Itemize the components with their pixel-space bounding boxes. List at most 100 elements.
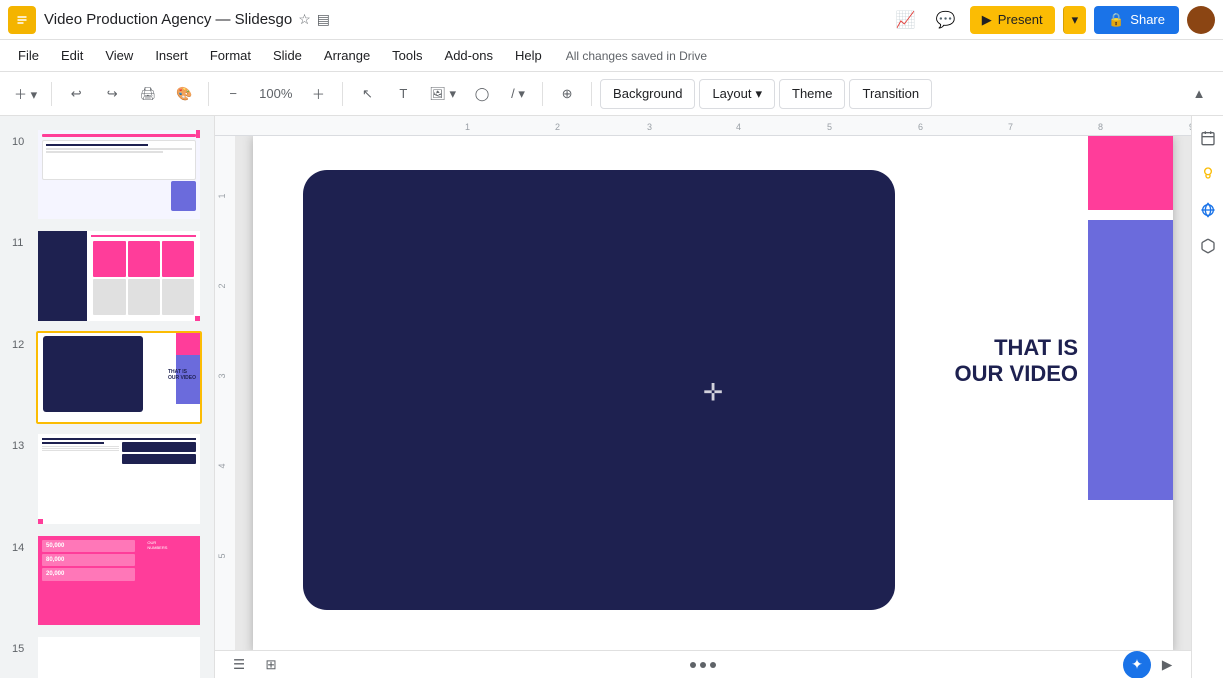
toolbar: ＋ ▾ ↩ ↪ 🖨 🎨 − 100% ＋ ↖ T 🖼 ▾ ◯ / ▾ ⊕ Bac… (0, 72, 1223, 116)
menu-help[interactable]: Help (505, 44, 552, 67)
ideas-icon[interactable] (1194, 160, 1222, 188)
line-tool[interactable]: / ▾ (502, 78, 534, 110)
title-area: Video Production Agency — Slidesgo ☆ ▤ (44, 11, 882, 28)
svg-text:3: 3 (217, 373, 227, 378)
slide-thumbnail-10[interactable] (36, 128, 202, 221)
svg-text:1: 1 (465, 122, 470, 132)
slide-thumbnail-12[interactable]: THAT ISOUR VIDEO (36, 331, 202, 424)
text-tool[interactable]: T (387, 78, 419, 110)
collapse-toolbar-button[interactable]: ▲ (1183, 78, 1215, 110)
nav-dot-2[interactable] (700, 662, 706, 668)
add-button[interactable]: ＋ ▾ (8, 78, 43, 110)
save-status: All changes saved in Drive (566, 49, 707, 63)
svg-text:2: 2 (217, 283, 227, 288)
divider-2 (208, 82, 209, 106)
page-navigation (283, 662, 1123, 668)
menu-view[interactable]: View (95, 44, 143, 67)
menu-format[interactable]: Format (200, 44, 261, 67)
slide-item-11[interactable]: 11 (0, 225, 214, 326)
bottom-left: ☰ ⊞ (227, 653, 283, 677)
divider-1 (51, 82, 52, 106)
redo-button[interactable]: ↪ (96, 78, 128, 110)
layout-dropdown-icon: ▾ (755, 86, 762, 102)
theme-button[interactable]: Theme (779, 79, 845, 109)
select-tool[interactable]: ↖ (351, 78, 383, 110)
user-avatar[interactable] (1187, 6, 1215, 34)
present-dropdown[interactable]: ▾ (1063, 6, 1087, 34)
share-button[interactable]: 🔒 Share (1094, 6, 1179, 34)
star-icon[interactable]: ☆ (298, 11, 311, 28)
slide-canvas-wrapper[interactable]: THAT IS OUR VIDEO ✛ (235, 136, 1191, 650)
divider-5 (591, 82, 592, 106)
background-button[interactable]: Background (600, 79, 695, 109)
slide-thumbnail-13[interactable] (36, 432, 202, 525)
comments-icon[interactable]: 💬 (930, 4, 962, 36)
transition-button[interactable]: Transition (849, 79, 932, 109)
grid-view-single-button[interactable]: ☰ (227, 653, 251, 677)
slide-text-line2: OUR VIDEO (955, 361, 1078, 387)
addons-icon[interactable] (1194, 232, 1222, 260)
slide-canvas[interactable]: THAT IS OUR VIDEO ✛ (253, 136, 1173, 650)
nav-dot-1[interactable] (690, 662, 696, 668)
slide-thumbnail-15[interactable] (36, 635, 202, 678)
explore-button[interactable]: ✦ (1123, 651, 1151, 678)
folder-icon[interactable]: ▤ (317, 11, 330, 28)
undo-button[interactable]: ↩ (60, 78, 92, 110)
slide-item-15[interactable]: 15 (0, 631, 214, 678)
extra-tool[interactable]: ⊕ (551, 78, 583, 110)
grid-view-multi-button[interactable]: ⊞ (259, 653, 283, 677)
menu-file[interactable]: File (8, 44, 49, 67)
slide-number-15: 15 (12, 643, 28, 655)
slide-number-10: 10 (12, 136, 28, 148)
doc-title-row: Video Production Agency — Slidesgo ☆ ▤ (44, 11, 882, 28)
menu-insert[interactable]: Insert (145, 44, 198, 67)
title-bar: Video Production Agency — Slidesgo ☆ ▤ 📈… (0, 0, 1223, 40)
menu-edit[interactable]: Edit (51, 44, 93, 67)
paint-format-button[interactable]: 🎨 (168, 78, 200, 110)
main-area: 10 (0, 116, 1223, 678)
nav-dot-3[interactable] (710, 662, 716, 668)
top-right-controls: 📈 💬 ▶ Present ▾ 🔒 Share (890, 4, 1215, 36)
print-button[interactable]: 🖨 (132, 78, 164, 110)
image-tool[interactable]: 🖼 ▾ (423, 78, 462, 110)
menu-slide[interactable]: Slide (263, 44, 312, 67)
slide-number-14: 14 (12, 542, 28, 554)
slide-pink-block (1088, 136, 1173, 210)
bottom-bar: ☰ ⊞ ✦ ▶ (215, 650, 1191, 678)
zoom-level[interactable]: 100% (253, 78, 298, 110)
slide-item-14[interactable]: 14 50,000 80,000 20,000 OURNUMBERS (0, 530, 214, 631)
shape-tool[interactable]: ◯ (466, 78, 498, 110)
zoom-out-button[interactable]: − (217, 78, 249, 110)
menu-arrange[interactable]: Arrange (314, 44, 380, 67)
slide-number-12: 12 (12, 339, 28, 351)
menu-tools[interactable]: Tools (382, 44, 432, 67)
svg-text:1: 1 (217, 193, 227, 198)
slide-text-area: THAT IS OUR VIDEO (955, 335, 1078, 388)
slide-text-line1: THAT IS (955, 335, 1078, 361)
slide-item-10[interactable]: 10 (0, 124, 214, 225)
slide-thumbnail-11[interactable] (36, 229, 202, 322)
slide-purple-block (1088, 220, 1173, 500)
calendar-icon[interactable] (1194, 124, 1222, 152)
slide-thumbnail-14[interactable]: 50,000 80,000 20,000 OURNUMBERS (36, 534, 202, 627)
connect-icon[interactable] (1194, 196, 1222, 224)
svg-text:9: 9 (1189, 122, 1191, 132)
present-button[interactable]: ▶ Present (970, 6, 1055, 34)
slide-item-13[interactable]: 13 (0, 428, 214, 529)
lock-icon: 🔒 (1108, 12, 1124, 28)
svg-text:5: 5 (217, 553, 227, 558)
activity-icon[interactable]: 📈 (890, 4, 922, 36)
slide-number-13: 13 (12, 440, 28, 452)
svg-text:4: 4 (217, 463, 227, 468)
divider-3 (342, 82, 343, 106)
expand-button[interactable]: ▶ (1155, 653, 1179, 677)
zoom-in-button[interactable]: ＋ (302, 78, 334, 110)
menu-addons[interactable]: Add-ons (435, 44, 503, 67)
canvas-area: 1 2 3 4 5 6 7 8 9 1 2 3 4 5 (215, 116, 1191, 678)
layout-button[interactable]: Layout ▾ (699, 79, 775, 109)
slide-video-rect[interactable] (303, 170, 895, 610)
share-label: Share (1130, 12, 1165, 27)
slide-item-12[interactable]: 12 THAT ISOUR VIDEO (0, 327, 214, 428)
svg-text:3: 3 (647, 122, 652, 132)
bottom-right: ✦ ▶ (1123, 651, 1179, 678)
